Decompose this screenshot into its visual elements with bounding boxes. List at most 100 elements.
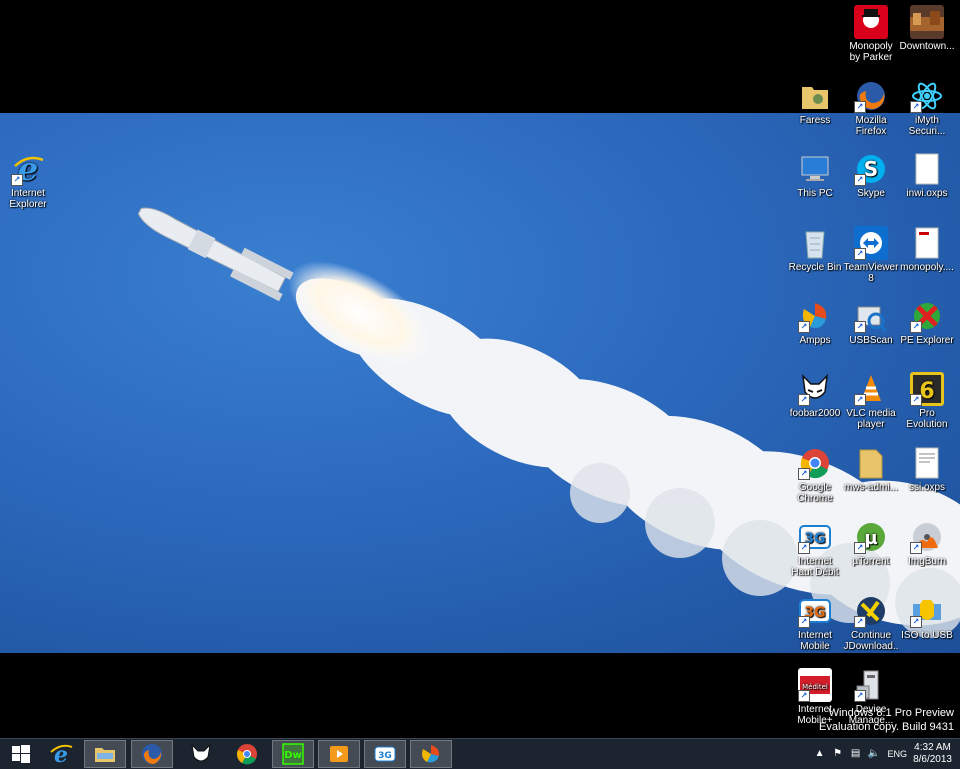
- 3g-modem-icon: 3G: [374, 746, 396, 762]
- action-center-flag-icon[interactable]: ⚑: [832, 748, 844, 760]
- desktop-icon-monopoly[interactable]: Monopoly by Parker Brot...: [843, 5, 899, 63]
- shortcut-arrow-icon: ↗: [910, 321, 922, 333]
- icon-label: VLC media player: [846, 408, 896, 430]
- windows-watermark: Windows 8.1 Pro Preview Evaluation copy.…: [819, 706, 954, 734]
- folder-icon: [859, 449, 883, 479]
- desktop-icon-ampps[interactable]: ↗ Ampps: [787, 299, 843, 346]
- desktop-icon-internet-explorer[interactable]: e ↗ Internet Explorer: [0, 152, 56, 210]
- shortcut-arrow-icon: ↗: [910, 101, 922, 113]
- desktop-icon-internet-mobile[interactable]: 3G ↗ Internet Mobile: [787, 594, 843, 652]
- icon-label: Internet Mobile: [798, 630, 832, 652]
- dreamweaver-icon: Dw: [282, 743, 304, 765]
- desktop-icon-internet-haut-debit[interactable]: 3G↗ Internet Haut Débit Mobile: [787, 520, 843, 578]
- shortcut-arrow-icon: ↗: [854, 321, 866, 333]
- desktop-icon-foobar2000[interactable]: ↗ foobar2000: [787, 372, 843, 419]
- desktop-icon-jdownloader[interactable]: ↗ Continue JDownload...: [843, 594, 899, 652]
- icon-label: Recycle Bin: [788, 262, 842, 273]
- icon-label: Internet Explorer: [9, 188, 47, 210]
- show-hidden-icons-arrow-icon[interactable]: ▲: [814, 748, 826, 760]
- network-icon[interactable]: ▤: [850, 748, 862, 760]
- svg-text:3G: 3G: [378, 751, 392, 761]
- shortcut-arrow-icon: ↗: [798, 690, 810, 702]
- desktop-icon-vlc[interactable]: ↗ VLC media player: [843, 372, 899, 430]
- taskbar-file-explorer[interactable]: [84, 740, 126, 768]
- clock-date: 8/6/2013: [913, 754, 952, 765]
- desktop-icon-pe-explorer[interactable]: ↗ PE Explorer: [899, 299, 955, 346]
- desktop-icon-chrome[interactable]: ↗ Google Chrome: [787, 446, 843, 504]
- icon-label: inwi.oxps: [906, 188, 948, 199]
- icon-label: TeamViewer 8: [843, 262, 899, 284]
- taskbar-foobar2000[interactable]: [180, 740, 222, 768]
- shortcut-arrow-icon: ↗: [854, 248, 866, 260]
- firefox-icon: [142, 744, 162, 764]
- windows-logo-icon: [12, 745, 30, 763]
- start-button[interactable]: [0, 740, 42, 768]
- shortcut-arrow-icon: ↗: [11, 174, 23, 186]
- icon-label: USBScan: [849, 335, 893, 346]
- taskbar-firefox[interactable]: [131, 740, 173, 768]
- taskbar: e Dw 3G ▲ ⚑ ▤ 🔈 ENG 4:32 AM 8/6/2013: [0, 738, 960, 769]
- watermark-build: Evaluation copy. Build 9431: [819, 721, 954, 733]
- desktop-icon-this-pc[interactable]: This PC: [787, 152, 843, 199]
- monopoly-icon: [862, 9, 880, 28]
- downtown-icon: [910, 11, 944, 31]
- desktop-icon-faress[interactable]: Faress: [787, 79, 843, 126]
- language-indicator[interactable]: ENG: [888, 749, 908, 759]
- desktop-icon-ssi-oxps[interactable]: ssi.oxps: [899, 446, 955, 493]
- chrome-icon: [237, 744, 257, 765]
- icon-label: Google Chrome: [797, 482, 833, 504]
- shortcut-arrow-icon: ↗: [798, 616, 810, 628]
- icon-label: µTorrent: [852, 556, 890, 567]
- volume-icon[interactable]: 🔈: [868, 748, 880, 760]
- icon-label: PE Explorer: [900, 335, 954, 346]
- icon-label: Continue JDownload...: [843, 630, 899, 652]
- shortcut-arrow-icon: ↗: [854, 616, 866, 628]
- svg-text:Dw: Dw: [284, 750, 302, 761]
- desktop-icon-imgburn[interactable]: ↗ ImgBurn: [899, 520, 955, 567]
- ampps-icon: [422, 745, 440, 763]
- icon-label: Ampps: [799, 335, 831, 346]
- icon-label: ImgBurn: [908, 556, 946, 567]
- desktop: e ↗ Internet Explorer Monopoly by Parker …: [0, 0, 960, 738]
- shortcut-arrow-icon: ↗: [854, 174, 866, 186]
- desktop-icon-recycle-bin[interactable]: Recycle Bin: [787, 226, 843, 273]
- desktop-icon-pes6[interactable]: 6↗ Pro Evolution Soccer 6: [899, 372, 955, 430]
- shortcut-arrow-icon: ↗: [910, 394, 922, 406]
- computer-icon: [801, 156, 829, 181]
- desktop-icon-iso-to-usb[interactable]: ↗ ISO to USB: [899, 594, 955, 641]
- shortcut-arrow-icon: ↗: [854, 101, 866, 113]
- taskbar-internet-mobile[interactable]: 3G: [364, 740, 406, 768]
- watermark-edition: Windows 8.1 Pro Preview: [828, 707, 954, 719]
- icon-label: Pro Evolution Soccer 6: [906, 408, 948, 430]
- icon-label: ISO to USB: [901, 630, 953, 641]
- desktop-icon-skype[interactable]: S ↗ Skype: [843, 152, 899, 199]
- taskbar-media-player[interactable]: [318, 740, 360, 768]
- desktop-icon-inwi-oxps[interactable]: inwi.oxps: [899, 152, 955, 199]
- desktop-icon-usbscan[interactable]: ↗ USBScan: [843, 299, 899, 346]
- shortcut-arrow-icon: ↗: [910, 542, 922, 554]
- document-icon: [915, 447, 939, 479]
- desktop-icon-monopoly-file[interactable]: monopoly....: [899, 226, 955, 273]
- icon-label: Monopoly by Parker Brot...: [849, 41, 893, 63]
- icon-label: Mozilla Firefox: [855, 115, 887, 137]
- desktop-icon-mws-folder[interactable]: mws-admi...: [843, 446, 899, 493]
- desktop-icon-imyth[interactable]: ↗ iMyth Securi...: [899, 79, 955, 137]
- document-icon: [915, 153, 939, 185]
- shortcut-arrow-icon: ↗: [798, 542, 810, 554]
- taskbar-chrome[interactable]: [226, 740, 268, 768]
- clock[interactable]: 4:32 AM 8/6/2013: [913, 742, 952, 766]
- user-folder-icon: [802, 87, 828, 109]
- notification-area: ▲ ⚑ ▤ 🔈 ENG 4:32 AM 8/6/2013: [814, 739, 952, 769]
- taskbar-ampps[interactable]: [410, 740, 452, 768]
- desktop-icon-downtown[interactable]: Downtown...: [899, 5, 955, 52]
- document-icon: [915, 227, 939, 259]
- icon-label: Faress: [799, 115, 831, 126]
- svg-text:µ: µ: [864, 528, 877, 549]
- shortcut-arrow-icon: ↗: [910, 616, 922, 628]
- shortcut-arrow-icon: ↗: [798, 468, 810, 480]
- desktop-icon-teamviewer[interactable]: ↗ TeamViewer 8: [843, 226, 899, 284]
- desktop-icon-firefox[interactable]: ↗ Mozilla Firefox: [843, 79, 899, 137]
- desktop-icon-utorrent[interactable]: µ ↗ µTorrent: [843, 520, 899, 567]
- taskbar-internet-explorer[interactable]: e: [40, 740, 82, 768]
- taskbar-dreamweaver[interactable]: Dw: [272, 740, 314, 768]
